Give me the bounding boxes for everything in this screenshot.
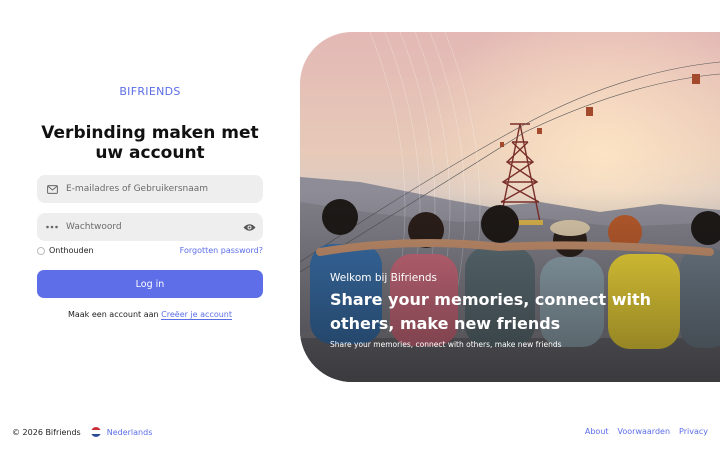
hero-subtitle: Share your memories, connect with others… xyxy=(330,340,562,349)
footer-left: © 2026 Bifriends Nederlands xyxy=(12,427,152,437)
hero-banner: Welkom bij Bifriends Share your memories… xyxy=(300,32,720,382)
footer-link-privacy[interactable]: Privacy xyxy=(679,427,708,436)
password-dots-icon xyxy=(38,213,66,241)
language-selector[interactable]: Nederlands xyxy=(107,428,153,437)
login-button[interactable]: Log in xyxy=(37,270,263,298)
hero-text: Welkom bij Bifriends Share your memories… xyxy=(330,272,710,349)
hero-title: Share your memories, connect with others… xyxy=(330,290,651,333)
footer-links: About Voorwaarden Privacy xyxy=(585,427,708,436)
signup-text: Maak een account aan xyxy=(67,310,159,319)
eye-icon[interactable] xyxy=(242,220,256,234)
email-placeholder: E-mailadres of Gebruikersnaam xyxy=(66,184,209,194)
forgot-password-link[interactable]: Forgotten password? xyxy=(180,246,263,255)
netherlands-flag-icon xyxy=(90,427,101,437)
remember-radio[interactable] xyxy=(37,246,45,255)
password-placeholder: Wachtwoord xyxy=(66,222,122,232)
signup-prompt: Maak een account aan Creëer je account xyxy=(0,310,300,320)
copyright: © 2026 Bifriends xyxy=(12,427,81,437)
signup-link[interactable]: Creëer je account xyxy=(161,310,233,320)
email-field[interactable]: E-mailadres of Gebruikersnaam xyxy=(37,175,263,203)
page-title: Verbinding maken met uw account xyxy=(41,123,259,163)
login-panel: BIFRIENDS Verbinding maken met uw accoun… xyxy=(0,0,300,400)
footer-link-about[interactable]: About xyxy=(585,427,609,436)
brand-logo-text[interactable]: BIFRIENDS xyxy=(0,85,300,98)
hero-kicker: Welkom bij Bifriends xyxy=(330,272,437,284)
remember-me[interactable]: Onthouden xyxy=(37,246,94,255)
footer-link-voorwaarden[interactable]: Voorwaarden xyxy=(618,427,671,436)
envelope-icon xyxy=(38,175,66,203)
password-field[interactable]: Wachtwoord xyxy=(37,213,263,241)
remember-label: Onthouden xyxy=(49,246,94,255)
